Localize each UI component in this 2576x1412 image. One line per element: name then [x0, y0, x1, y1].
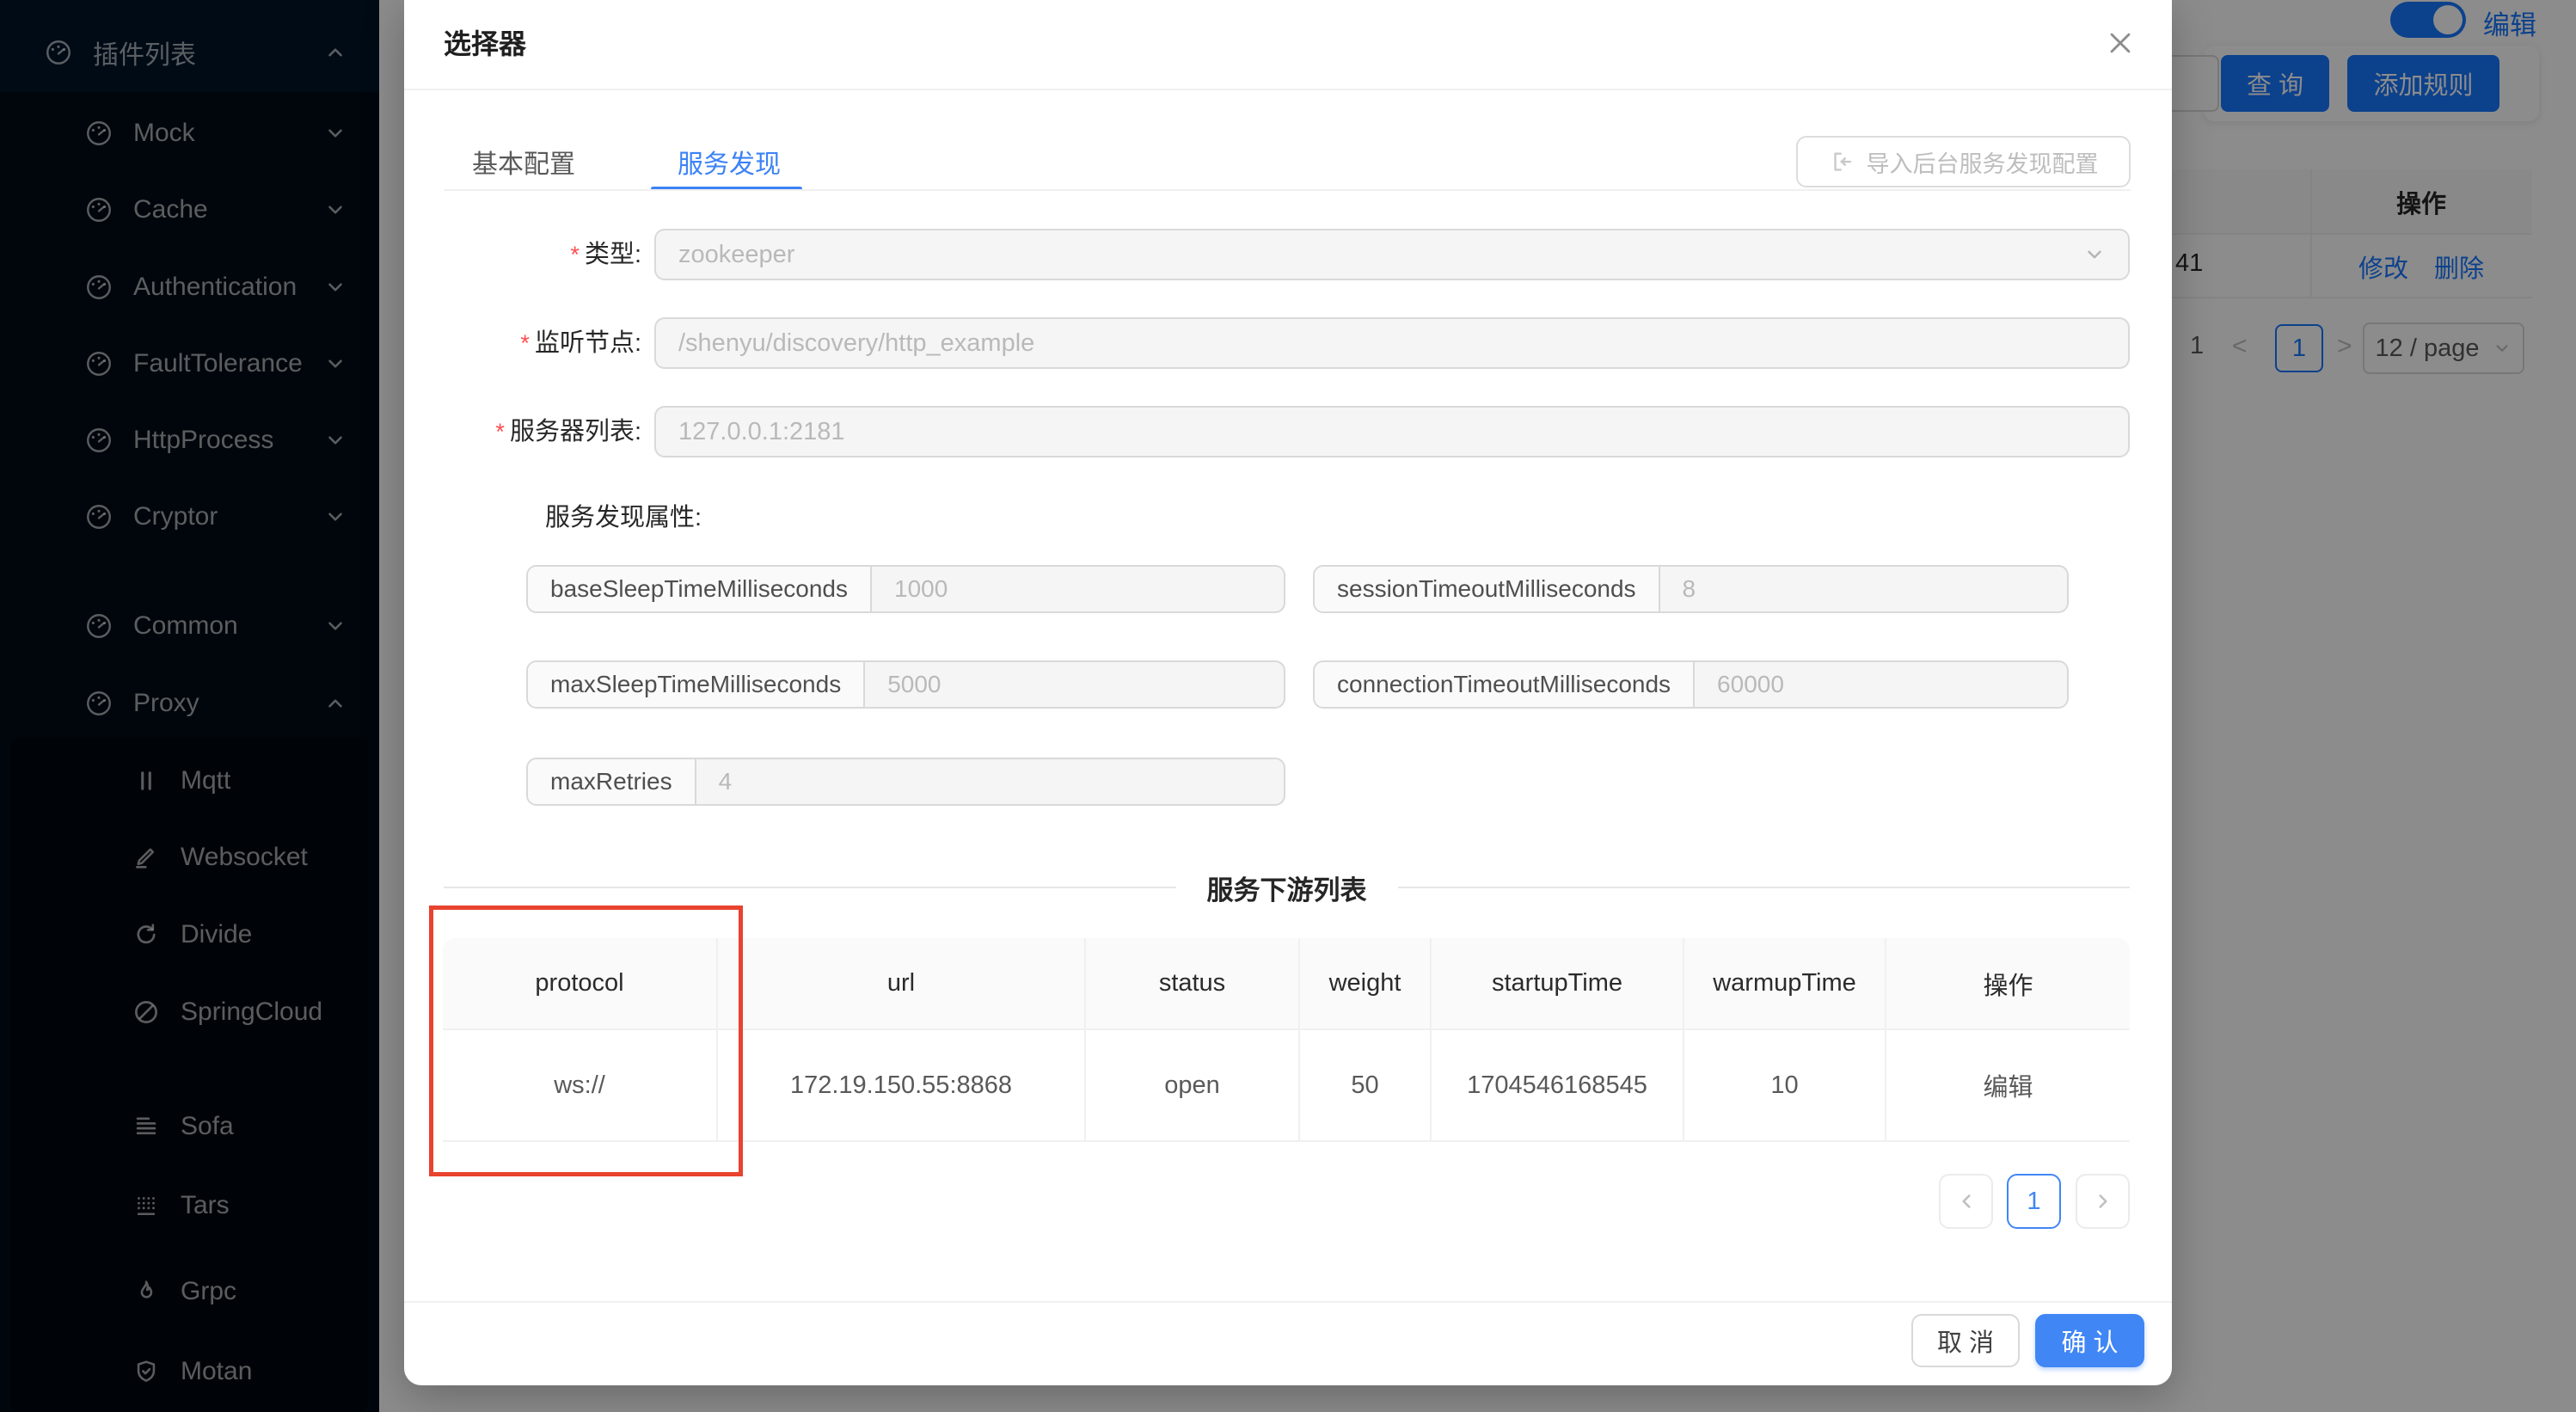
- tab-bar-divider: [444, 189, 2131, 191]
- app-root: 插件列表 Mock Cache Authentication FaultTole…: [0, 0, 2576, 1412]
- cancel-button[interactable]: 取 消: [1911, 1314, 2020, 1367]
- prop-session-timeout: sessionTimeoutMilliseconds 8: [1313, 565, 2069, 613]
- modal-header-divider: [404, 89, 2172, 90]
- required-star: *: [570, 242, 580, 267]
- column-header-protocol: protocol: [443, 938, 718, 1030]
- downstream-table-row: ws:// 172.19.150.55:8868 open 50 1704546…: [443, 1030, 2130, 1142]
- required-star: *: [520, 330, 530, 356]
- modal-title: 选择器: [444, 22, 526, 62]
- cell-warmup-time: 10: [1684, 1030, 1886, 1142]
- prop-value-input[interactable]: 4: [696, 759, 1284, 804]
- prop-max-retries: maxRetries 4: [526, 758, 1285, 806]
- cell-protocol: ws://: [443, 1030, 718, 1142]
- downstream-table: protocol url status weight startupTime w…: [443, 938, 2130, 1142]
- chevron-down-icon: [2083, 243, 2106, 266]
- type-select[interactable]: zookeeper: [654, 229, 2130, 280]
- prop-value-input[interactable]: 1000: [872, 567, 1284, 611]
- discovery-props-label: 服务发现属性:: [545, 497, 702, 533]
- downstream-section-divider: 服务下游列表: [444, 872, 2130, 903]
- server-list-value: 127.0.0.1:2181: [678, 418, 845, 446]
- selector-modal: 选择器 基本配置 服务发现 导入后台服务发现配置 *类型: zookeeper …: [404, 0, 2172, 1385]
- modal-footer-divider: [404, 1301, 2172, 1303]
- column-header-weight: weight: [1300, 938, 1432, 1030]
- prop-value-input[interactable]: 8: [1660, 567, 2067, 611]
- prop-value-input[interactable]: 5000: [865, 662, 1284, 707]
- divider-line: [444, 887, 1176, 888]
- column-header-warmup-time: warmupTime: [1684, 938, 1886, 1030]
- listen-node-value: /shenyu/discovery/http_example: [678, 329, 1034, 358]
- server-list-field-label: *服务器列表:: [404, 406, 641, 457]
- downstream-section-title: 服务下游列表: [1207, 869, 1367, 907]
- prop-key: maxRetries: [528, 759, 696, 804]
- cell-weight: 50: [1300, 1030, 1432, 1142]
- cell-startup-time: 1704546168545: [1432, 1030, 1684, 1142]
- type-field-label: *类型:: [404, 229, 641, 280]
- import-icon: [1829, 149, 1855, 175]
- required-star: *: [495, 419, 505, 445]
- prop-key: baseSleepTimeMilliseconds: [528, 567, 872, 611]
- type-select-value: zookeeper: [678, 241, 794, 269]
- tab-basic-config[interactable]: 基本配置: [472, 143, 575, 181]
- column-header-status: status: [1086, 938, 1300, 1030]
- confirm-button[interactable]: 确 认: [2035, 1314, 2144, 1367]
- prop-max-sleep-time: maxSleepTimeMilliseconds 5000: [526, 660, 1285, 709]
- import-discovery-config-button[interactable]: 导入后台服务发现配置: [1796, 136, 2131, 187]
- divider-line: [1398, 887, 2131, 888]
- close-icon[interactable]: [2096, 19, 2144, 67]
- server-list-input[interactable]: 127.0.0.1:2181: [654, 406, 2130, 457]
- cell-status: open: [1086, 1030, 1300, 1142]
- table-prev-page-button[interactable]: [1939, 1174, 1993, 1229]
- table-current-page[interactable]: 1: [2007, 1174, 2061, 1229]
- row-edit-link[interactable]: 编辑: [1886, 1030, 2130, 1142]
- table-next-page-button[interactable]: [2076, 1174, 2130, 1229]
- listen-node-input[interactable]: /shenyu/discovery/http_example: [654, 317, 2130, 369]
- tab-service-discovery[interactable]: 服务发现: [678, 143, 781, 181]
- column-header-operation: 操作: [1886, 938, 2130, 1030]
- column-header-startup-time: startupTime: [1432, 938, 1684, 1030]
- downstream-table-header-row: protocol url status weight startupTime w…: [443, 938, 2130, 1030]
- prop-key: sessionTimeoutMilliseconds: [1315, 567, 1660, 611]
- prop-value-input[interactable]: 60000: [1695, 662, 2067, 707]
- cell-url: 172.19.150.55:8868: [718, 1030, 1086, 1142]
- prop-connection-timeout: connectionTimeoutMilliseconds 60000: [1313, 660, 2069, 709]
- prop-base-sleep-time: baseSleepTimeMilliseconds 1000: [526, 565, 1285, 613]
- prop-key: maxSleepTimeMilliseconds: [528, 662, 865, 707]
- column-header-url: url: [718, 938, 1086, 1030]
- listen-node-field-label: *监听节点:: [404, 317, 641, 369]
- prop-key: connectionTimeoutMilliseconds: [1315, 662, 1695, 707]
